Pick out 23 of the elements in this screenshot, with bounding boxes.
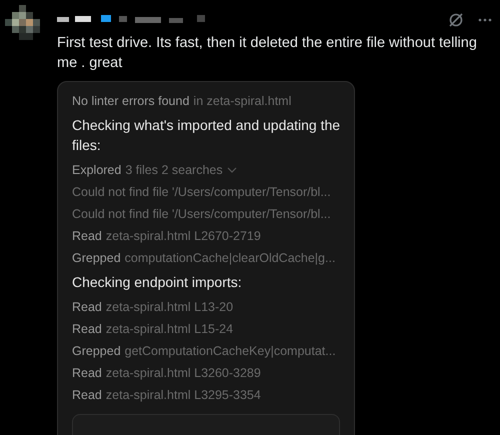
- step-label: Read: [72, 299, 102, 316]
- step-label: Explored: [72, 162, 122, 179]
- step-label: Read: [72, 321, 102, 338]
- step-label: Grepped: [72, 250, 121, 267]
- step-detail: computationCache|clearOldCache|g...: [124, 250, 336, 267]
- section-heading: Checking what's imported and updating the files:: [72, 116, 342, 155]
- step-detail: zeta-spiral.html L3260-3289: [106, 365, 261, 382]
- step-detail: in zeta-spiral.html: [193, 93, 292, 110]
- step-detail: zeta-spiral.html L15-24: [106, 321, 234, 338]
- step-detail: getComputationCacheKey|computat...: [124, 343, 336, 360]
- step-label: Read: [72, 387, 102, 404]
- section-heading: Checking endpoint imports:: [72, 273, 243, 292]
- error-message: Could not find file '/Users/computer/Tensor/bl...: [72, 184, 331, 201]
- step-detail: zeta-spiral.html L2670-2719: [106, 228, 261, 245]
- step-detail: zeta-spiral.html L13-20: [106, 299, 234, 316]
- error-message: Could not find file '/Users/computer/Tensor/bl...: [72, 206, 331, 223]
- step-label: Read: [72, 365, 102, 382]
- step-label: Grepped: [72, 343, 121, 360]
- post-text: First test drive. Its fast, then it deleted the entire file without telling me . great: [57, 34, 478, 73]
- step-detail: 3 files 2 searches: [125, 162, 223, 179]
- step-label: No linter errors found: [72, 93, 190, 110]
- step-label: Read: [72, 228, 102, 245]
- step-detail: zeta-spiral.html L3295-3354: [106, 387, 261, 404]
